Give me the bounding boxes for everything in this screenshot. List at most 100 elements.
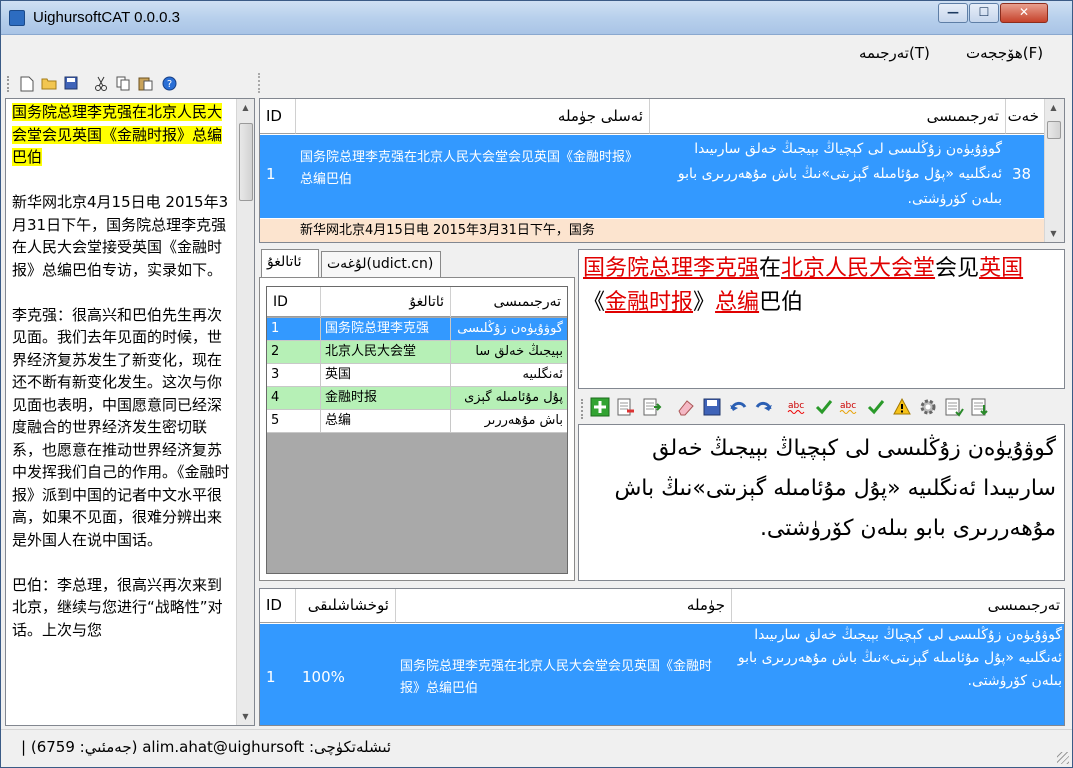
term-row[interactable]: 2 北京人民大会堂 بېيجىڭ خەلق سا <box>267 341 567 364</box>
term-highlight[interactable]: 英国 <box>979 256 1023 281</box>
copy-icon[interactable] <box>115 76 131 92</box>
scroll-thumb[interactable] <box>1047 121 1061 139</box>
export-icon[interactable] <box>943 397 965 419</box>
insert-row-icon[interactable] <box>615 397 637 419</box>
segment-grid-header-count[interactable]: خەت <box>1006 99 1046 134</box>
source-fragment: 巴伯 <box>759 290 804 315</box>
segment-grid[interactable]: ID ئەسلى جۈملە تەرجىمىسى خەت 1 国务院总理李克强在… <box>259 98 1065 243</box>
new-file-icon[interactable] <box>19 76 35 92</box>
menu-file[interactable]: ھۆججەت(F) <box>966 44 1043 62</box>
source-fragment: 《 <box>583 290 606 315</box>
redo-icon[interactable] <box>753 397 775 419</box>
term-translation: باش مۇھەررىر <box>484 413 563 428</box>
status-text: | (جەمئىي: 6759) alim.ahat@uighursoft :ئ… <box>21 738 392 756</box>
resize-grip-icon[interactable] <box>1057 752 1069 764</box>
toolbar-grip[interactable] <box>581 399 584 419</box>
segment-grid-header-source[interactable]: ئەسلى جۈملە <box>296 99 650 134</box>
source-pane-scrollbar[interactable]: ▲ ▼ <box>236 99 254 725</box>
term-source: 总编 <box>321 410 451 432</box>
scroll-thumb[interactable] <box>239 123 253 201</box>
tm-match-grid[interactable]: ID ئوخشاشلىقى جۈملە تەرجىمىسى 1 100% 国务院… <box>259 588 1065 726</box>
term-grid-header: ID ئاتالغۇ تەرجىمىسى <box>267 287 567 317</box>
term-id: 2 <box>267 341 321 363</box>
source-sentence-text: 国务院总理李克强在北京人民大会堂会见英国《金融时报》总编巴伯 <box>583 252 1053 320</box>
term-id: 5 <box>267 410 321 432</box>
app-window: UighursoftCAT 0.0.0.3 — ☐ ✕ تەرجىمە(T) ھ… <box>0 0 1073 768</box>
check-icon[interactable] <box>813 397 835 419</box>
scroll-down-arrow-icon[interactable]: ▼ <box>237 708 254 725</box>
save-icon[interactable] <box>63 76 79 92</box>
scroll-up-arrow-icon[interactable]: ▲ <box>1045 99 1062 116</box>
source-sentence-view[interactable]: 国务院总理李克强在北京人民大会堂会见英国《金融时报》总编巴伯 <box>578 249 1065 389</box>
segment-id: 1 <box>266 165 276 183</box>
segment-source: 国务院总理李克强在北京人民大会堂会见英国《金融时报》总编巴伯 <box>300 150 632 187</box>
term-row-selected[interactable]: 1 国务院总理李克强 گوۋۇيۈەن زۇڭلىسى <box>267 318 567 341</box>
menu-bar: تەرجىمە(T) ھۆججەت(F) <box>1 36 1072 70</box>
svg-text:abc: abc <box>840 401 856 411</box>
svg-text:abc: abc <box>788 401 804 411</box>
source-document-text[interactable]: 国务院总理李克强在北京人民大会堂会见英国《金融时报》总编巴伯 新华网北京4月15… <box>12 101 232 641</box>
term-highlight[interactable]: 国务院总理李克强 <box>583 256 759 281</box>
term-id: 1 <box>267 318 321 340</box>
tm-grid-header-sentence[interactable]: جۈملە <box>396 589 732 623</box>
term-grid[interactable]: ID ئاتالغۇ تەرجىمىسى 1 国务院总理李克强 گوۋۇيۈەن… <box>266 286 568 574</box>
term-grid-header-id[interactable]: ID <box>267 287 321 317</box>
term-grid-header-translation[interactable]: تەرجىمىسى <box>451 287 567 317</box>
help-icon[interactable]: ? <box>161 76 177 92</box>
term-highlight[interactable]: 北京人民大会堂 <box>781 256 935 281</box>
menu-translation[interactable]: تەرجىمە(T) <box>859 44 930 62</box>
tm-grid-header-translation[interactable]: تەرجىمىسى <box>732 589 1064 623</box>
undo-icon[interactable] <box>727 397 749 419</box>
target-editor[interactable]: گوۋۇيۈەن زۇڭلىسى لى كېچياڭ بېيجىڭ خەلق س… <box>578 424 1065 581</box>
settings-icon[interactable] <box>917 397 939 419</box>
apply-icon[interactable] <box>641 397 663 419</box>
minimize-button[interactable]: — <box>938 3 968 23</box>
term-highlight[interactable]: 总编 <box>715 290 759 315</box>
save-icon[interactable] <box>701 397 723 419</box>
term-translation: ئەنگلىيە <box>522 367 563 382</box>
toolbar-grip-right[interactable] <box>258 73 262 93</box>
tab-terms[interactable]: ئاتالغۇ <box>261 249 319 278</box>
toolbar-grip[interactable] <box>7 76 10 92</box>
tm-match-sentence: 国务院总理李克强在北京人民大会堂会见英国《金融时报》总编巴伯 <box>400 659 713 696</box>
cut-icon[interactable] <box>93 76 109 92</box>
term-row[interactable]: 4 金融时报 پۇل مۇئامىلە گېزى <box>267 387 567 410</box>
status-bar: | (جەمئىي: 6759) alim.ahat@uighursoft :ئ… <box>1 729 1072 767</box>
scroll-up-arrow-icon[interactable]: ▲ <box>237 99 254 116</box>
segment-row-selected[interactable]: 1 国务院总理李克强在北京人民大会堂会见英国《金融时报》总编巴伯 گوۋۇيۈە… <box>260 135 1046 218</box>
add-icon[interactable] <box>589 397 611 419</box>
source-document-pane[interactable]: 国务院总理李克强在北京人民大会堂会见英国《金融时报》总编巴伯 新华网北京4月15… <box>5 98 255 726</box>
term-highlight[interactable]: 金融时报 <box>605 290 693 315</box>
term-row[interactable]: 3 英国 ئەنگلىيە <box>267 364 567 387</box>
term-row[interactable]: 5 总编 باش مۇھەررىر <box>267 410 567 433</box>
tm-match-translation: گوۋۇيۈەن زۇڭلىسى لى كېچياڭ بېيجىڭ خەلق س… <box>737 627 1062 689</box>
eraser-icon[interactable] <box>675 397 697 419</box>
tab-dictionary[interactable]: لۇغەت(udict.cn) <box>321 251 441 277</box>
open-folder-icon[interactable] <box>41 76 57 92</box>
term-source: 北京人民大会堂 <box>321 341 451 363</box>
term-translation: بېيجىڭ خەلق سا <box>475 344 563 359</box>
title-bar[interactable]: UighursoftCAT 0.0.0.3 — ☐ ✕ <box>1 1 1072 35</box>
segment-grid-header-target[interactable]: تەرجىمىسى <box>650 99 1006 134</box>
spell-check-icon[interactable]: abc <box>787 397 809 419</box>
warning-icon[interactable] <box>891 397 913 419</box>
segment-grid-scrollbar[interactable]: ▲ ▼ <box>1044 99 1064 242</box>
tm-grid-header-id[interactable]: ID <box>260 589 296 623</box>
close-button[interactable]: ✕ <box>1000 3 1048 23</box>
svg-text:?: ? <box>166 79 171 90</box>
import-icon[interactable] <box>969 397 991 419</box>
scroll-down-arrow-icon[interactable]: ▼ <box>1045 225 1062 242</box>
confirm-icon[interactable] <box>865 397 887 419</box>
maximize-button[interactable]: ☐ <box>969 3 999 23</box>
term-translation: گوۋۇيۈەن زۇڭلىسى <box>457 321 563 336</box>
term-grid-header-term[interactable]: ئاتالغۇ <box>321 287 451 317</box>
target-editor-text[interactable]: گوۋۇيۈەن زۇڭلىسى لى كېچياڭ بېيجىڭ خەلق س… <box>586 429 1056 549</box>
paste-icon[interactable] <box>137 76 153 92</box>
tm-grid-header-similarity[interactable]: ئوخشاشلىقى <box>296 589 396 623</box>
segment-grid-header-id[interactable]: ID <box>260 99 296 134</box>
tm-match-row[interactable]: 1 100% 国务院总理李克强在北京人民大会堂会见英国《金融时报》总编巴伯 گو… <box>260 624 1064 725</box>
spell-check-all-icon[interactable]: abc <box>839 397 861 419</box>
term-tab-body: ID ئاتالغۇ تەرجىمىسى 1 国务院总理李克强 گوۋۇيۈەن… <box>259 277 575 581</box>
term-tabs: ئاتالغۇ لۇغەت(udict.cn) ID ئاتالغۇ تەرجى… <box>259 249 575 581</box>
segment-row[interactable]: 新华网北京4月15日电 2015年3月31日下午，国务 <box>260 219 1046 242</box>
